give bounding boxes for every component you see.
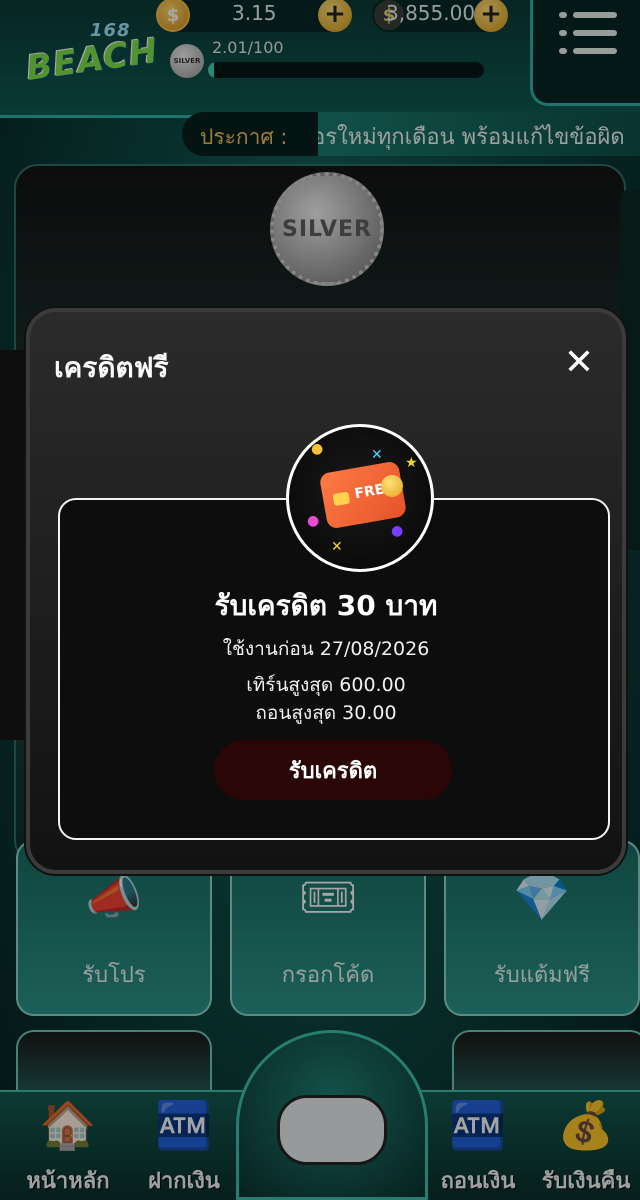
- credit-turnover: เทิร์นสูงสุด 600.00: [246, 674, 406, 696]
- credit-expiry: ใช้งานก่อน 27/08/2026: [222, 638, 430, 660]
- claim-credit-button[interactable]: รับเครดิต: [214, 740, 452, 800]
- cross-sparkle-icon: ✕: [371, 447, 383, 463]
- close-icon[interactable]: ✕: [562, 345, 596, 382]
- orb-purple-icon: ●: [391, 523, 404, 539]
- coin-icon: [381, 475, 403, 497]
- orb-pink-icon: ●: [307, 513, 320, 529]
- cross-yellow-icon: ✕: [331, 539, 343, 555]
- modal-title: เครดิตฟรี: [54, 351, 169, 384]
- card-chip-icon: [332, 491, 351, 507]
- emoji-sparkle-icon: ●: [311, 441, 324, 457]
- credit-withdraw-max: ถอนสูงสุด 30.00: [255, 702, 397, 724]
- free-credit-modal: เครดิตฟรี ✕ ● ✕ ★ ● ✕ ● FREE รับเครดิต 3…: [26, 308, 626, 874]
- star-sparkle-icon: ★: [405, 455, 418, 471]
- credit-heading: รับเครดิต 30 บาท: [214, 589, 438, 622]
- free-credit-emblem: ● ✕ ★ ● ✕ ● FREE: [286, 424, 434, 572]
